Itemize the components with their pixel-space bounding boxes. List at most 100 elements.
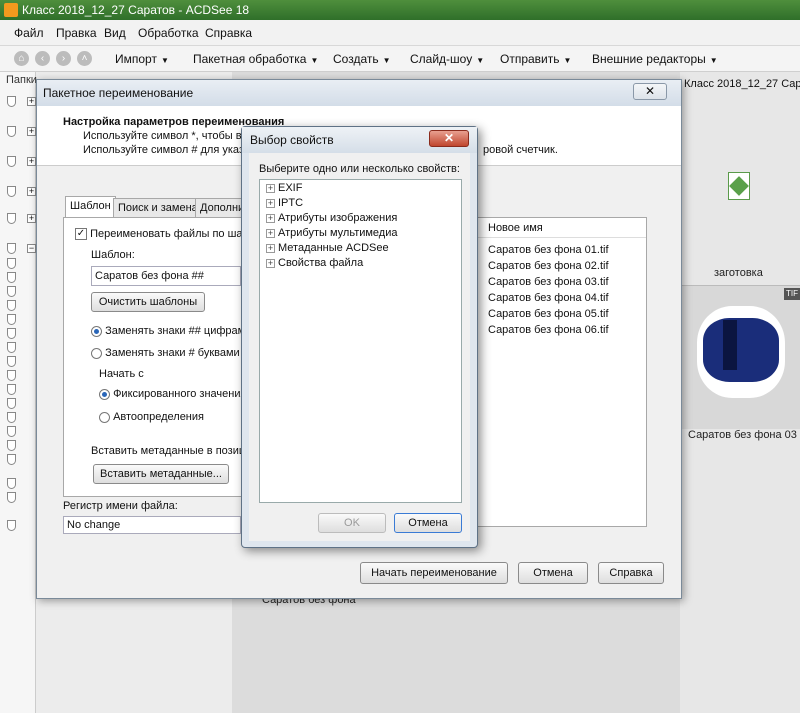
folder-shield-icon <box>7 156 16 167</box>
header-hint-1: Используйте символ *, чтобы вст <box>83 130 252 142</box>
up-icon[interactable]: ˄ <box>77 51 92 66</box>
folder-shield-icon <box>7 426 16 437</box>
folder-shield-icon <box>7 398 16 409</box>
rename-template-checkbox[interactable]: ✓ Переименовать файлы по шабло <box>75 228 261 241</box>
folder-shield-icon <box>7 412 16 423</box>
preview-list: Новое имя Саратов без фона 01.tif Сарато… <box>477 217 647 527</box>
list-item[interactable]: Саратов без фона 02.tif <box>488 258 609 274</box>
expand-icon[interactable]: + <box>266 213 275 223</box>
folder-shield-icon <box>7 478 16 489</box>
window-title: Класс 2018_12_27 Саратов - ACDSee 18 <box>22 3 250 17</box>
tif-badge: TIF <box>784 288 800 300</box>
autodetect-radio[interactable]: Автоопределения <box>99 411 204 423</box>
clear-templates-button[interactable]: Очистить шаблоны <box>91 292 205 312</box>
send-menu[interactable]: Отправить ▼ <box>500 52 571 66</box>
expand-icon[interactable]: + <box>27 214 36 223</box>
folder-shield-icon <box>7 328 16 339</box>
dialog-title-bar: Пакетное переименование <box>37 80 681 106</box>
replace-digits-radio[interactable]: Заменять знаки ## цифрами <box>91 325 251 337</box>
thumbnail-image[interactable] <box>697 306 785 398</box>
expand-icon[interactable]: + <box>27 187 36 196</box>
folder-shield-icon <box>7 342 16 353</box>
template-input[interactable]: Саратов без фона ## <box>91 266 241 286</box>
home-icon[interactable]: ⌂ <box>14 51 29 66</box>
dialog-title: Выбор свойств <box>250 133 334 147</box>
forward-icon[interactable]: › <box>56 51 71 66</box>
close-icon[interactable]: ✕ <box>429 130 469 147</box>
folder-shield-icon <box>7 314 16 325</box>
toolbar: ⌂ ‹ › ˄ Импорт ▼ Пакетная обработка ▼ Созд… <box>0 46 800 72</box>
folder-shield-icon <box>7 96 16 107</box>
folder-shield-icon <box>7 356 16 367</box>
folders-panel <box>0 72 36 713</box>
menu-process[interactable]: Обработка <box>138 26 199 40</box>
breadcrumb: Класс 2018_12_27 Саратов <box>684 78 800 90</box>
slideshow-menu[interactable]: Слайд-шоу ▼ <box>410 52 484 66</box>
tree-item-exif[interactable]: + EXIF <box>266 182 302 194</box>
menu-edit[interactable]: Правка <box>56 26 97 40</box>
ok-button[interactable]: OK <box>318 513 386 533</box>
dialog-title: Пакетное переименование <box>43 86 194 100</box>
expand-icon[interactable]: + <box>266 228 275 238</box>
case-select[interactable]: No change <box>63 516 241 534</box>
thumbnail-pane: Класс 2018_12_27 Саратов заготовка TIF С… <box>680 72 800 713</box>
select-properties-dialog: Выбор свойств ✕ Выберите одно или нескол… <box>241 126 478 548</box>
folder-shield-icon <box>7 492 16 503</box>
tree-item-media-attributes[interactable]: + Атрибуты мультимедиа <box>266 227 398 239</box>
create-menu[interactable]: Создать ▼ <box>333 52 391 66</box>
start-with-label: Начать с <box>99 368 144 380</box>
tree-item-image-attributes[interactable]: + Атрибуты изображения <box>266 212 397 224</box>
insert-metadata-button[interactable]: Вставить метаданные... <box>93 464 229 484</box>
tree-item-iptc[interactable]: + IPTC <box>266 197 303 209</box>
list-item[interactable]: Саратов без фона 04.tif <box>488 290 609 306</box>
expand-icon[interactable]: + <box>266 258 275 268</box>
external-editors-menu[interactable]: Внешние редакторы ▼ <box>592 52 718 66</box>
batch-menu[interactable]: Пакетная обработка ▼ <box>193 52 318 66</box>
tab-search-replace[interactable]: Поиск и замена <box>113 198 203 218</box>
expand-icon[interactable]: + <box>27 127 36 136</box>
folder-shield-icon <box>7 126 16 137</box>
folder-shield-icon <box>7 300 16 311</box>
fixed-value-radio[interactable]: Фиксированного значения <box>99 388 246 400</box>
import-menu[interactable]: Импорт ▼ <box>115 52 169 66</box>
expand-icon[interactable]: + <box>266 183 275 193</box>
expand-icon[interactable]: + <box>266 198 275 208</box>
expand-icon[interactable]: + <box>27 97 36 106</box>
folder-shield-icon <box>7 213 16 224</box>
menu-file[interactable]: Файл <box>14 26 44 40</box>
list-item[interactable]: Саратов без фона 01.tif <box>488 242 609 258</box>
thumbnail-label[interactable]: заготовка <box>714 267 763 279</box>
checkmark-icon: ✓ <box>75 228 87 241</box>
folder-shield-icon <box>7 243 16 254</box>
expand-icon[interactable]: + <box>266 243 275 253</box>
list-item[interactable]: Саратов без фона 05.tif <box>488 306 609 322</box>
insert-metadata-label: Вставить метаданные в позици <box>91 445 252 457</box>
properties-tree[interactable]: + EXIF + IPTC + Атрибуты изображения + Атриб… <box>259 179 462 503</box>
list-item[interactable]: Саратов без фона 03.tif <box>488 274 609 290</box>
document-icon <box>728 172 750 200</box>
replace-letters-radio[interactable]: Заменять знаки # буквами <box>91 347 240 359</box>
list-item[interactable]: Саратов без фона 06.tif <box>488 322 609 338</box>
cancel-button[interactable]: Отмена <box>518 562 588 584</box>
list-header: Новое имя <box>478 218 646 238</box>
cancel-button[interactable]: Отмена <box>394 513 462 533</box>
back-icon[interactable]: ‹ <box>35 51 50 66</box>
app-icon <box>4 3 18 17</box>
menu-view[interactable]: Вид <box>104 26 126 40</box>
header-hint-2: Используйте символ # для указа <box>83 144 251 156</box>
help-button[interactable]: Справка <box>598 562 664 584</box>
new-names-list: Саратов без фона 01.tif Саратов без фона… <box>488 242 609 338</box>
menu-help[interactable]: Справка <box>205 26 252 40</box>
tab-template[interactable]: Шаблон <box>65 196 116 218</box>
template-label: Шаблон: <box>91 249 135 261</box>
expand-icon[interactable]: − <box>27 244 36 253</box>
folder-shield-icon <box>7 384 16 395</box>
folder-shield-icon <box>7 520 16 531</box>
start-rename-button[interactable]: Начать переименование <box>360 562 508 584</box>
close-icon[interactable]: ✕ <box>633 83 667 100</box>
folder-shield-icon <box>7 454 16 465</box>
tree-item-file-properties[interactable]: + Свойства файла <box>266 257 363 269</box>
expand-icon[interactable]: + <box>27 157 36 166</box>
tree-item-acdsee-metadata[interactable]: + Метаданные ACDSee <box>266 242 389 254</box>
thumbnail-label[interactable]: Саратов без фона 03 <box>688 429 797 441</box>
